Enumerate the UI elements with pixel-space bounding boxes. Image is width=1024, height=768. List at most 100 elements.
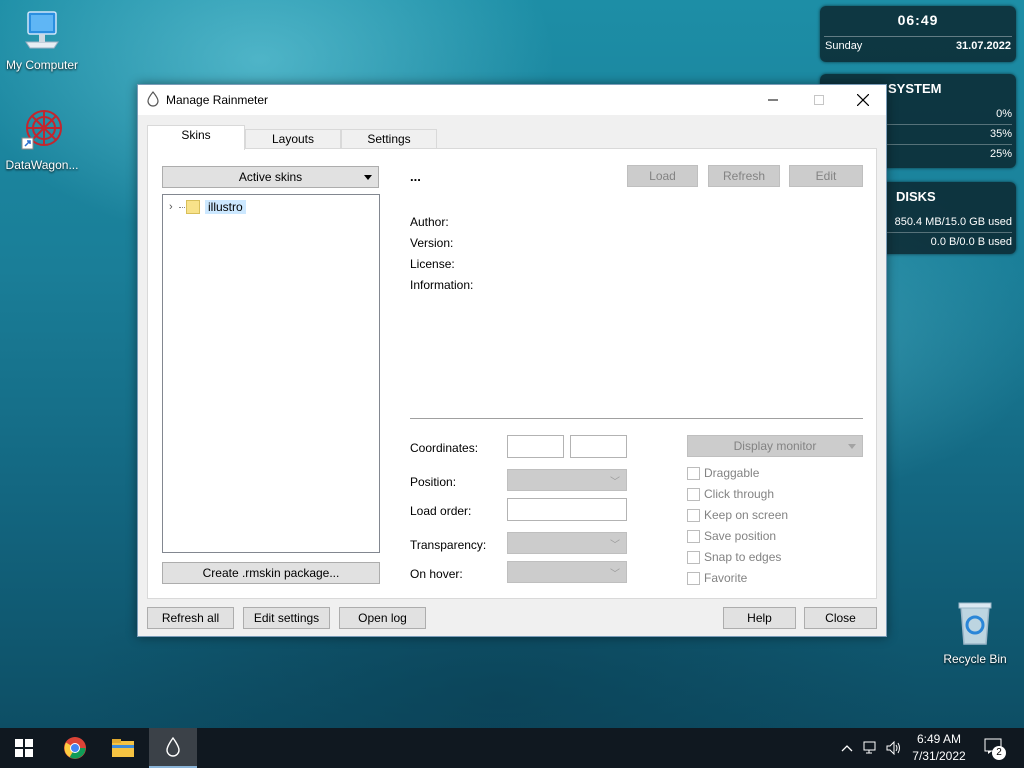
- minimize-button[interactable]: [750, 85, 796, 115]
- skins-panel: Active skins › illustro Create .rmskin p…: [147, 148, 877, 599]
- show-hidden-icons-button[interactable]: [838, 728, 856, 768]
- system-widget-title: SYSTEM: [888, 81, 942, 96]
- snap-to-edges-checkbox[interactable]: Snap to edges: [687, 550, 781, 564]
- close-button[interactable]: Close: [804, 607, 877, 629]
- checkbox-label: Click through: [704, 487, 775, 501]
- checkbox-box[interactable]: [687, 487, 700, 501]
- speaker-icon: [886, 741, 900, 755]
- save-position-checkbox[interactable]: Save position: [687, 529, 776, 543]
- position-label: Position:: [410, 475, 457, 489]
- transparency-label: Transparency:: [410, 538, 487, 552]
- tab-settings[interactable]: Settings: [341, 129, 437, 149]
- display-monitor-dropdown[interactable]: Display monitor: [687, 435, 863, 457]
- coordinate-y-input[interactable]: [570, 435, 627, 458]
- checkbox-box[interactable]: [687, 550, 700, 564]
- clock-widget[interactable]: 06:49 Sunday 31.07.2022: [820, 6, 1016, 62]
- version-label: Version:: [410, 236, 454, 250]
- transparency-select[interactable]: ﹀: [507, 532, 627, 554]
- system-value-swap: 25%: [989, 148, 1012, 160]
- chevron-down-icon: ﹀: [610, 540, 620, 551]
- checkbox-box[interactable]: [687, 508, 700, 522]
- checkbox-label: Favorite: [704, 571, 748, 585]
- checkbox-label: Draggable: [704, 466, 760, 480]
- notification-count-badge: 2: [992, 746, 1006, 760]
- help-button[interactable]: Help: [723, 607, 796, 629]
- taskbar-rainmeter[interactable]: [149, 728, 197, 768]
- checkbox-label: Save position: [704, 529, 777, 543]
- refresh-button[interactable]: Refresh: [708, 165, 780, 187]
- start-button[interactable]: [0, 728, 48, 768]
- folder-icon: [186, 200, 200, 214]
- action-center-button[interactable]: 2: [984, 738, 1006, 760]
- close-icon: [857, 94, 869, 106]
- open-log-button[interactable]: Open log: [339, 607, 426, 629]
- maximize-button[interactable]: [796, 85, 842, 115]
- tree-connector: [179, 206, 185, 208]
- tree-item-illustro[interactable]: › illustro: [169, 199, 246, 215]
- favorite-checkbox[interactable]: Favorite: [687, 571, 747, 585]
- desktop-icon-datawagon[interactable]: DataWagon...: [0, 106, 84, 172]
- load-button[interactable]: Load: [627, 165, 698, 187]
- taskbar-time: 6:49 AM: [916, 732, 962, 746]
- taskbar-date: 7/31/2022: [912, 749, 966, 763]
- taskbar-clock[interactable]: 6:49 AM 7/31/2022: [904, 731, 974, 765]
- chevron-down-icon: ﹀: [610, 569, 620, 580]
- network-icon: [863, 741, 876, 754]
- chevron-up-icon: [841, 745, 853, 752]
- active-skins-dropdown[interactable]: Active skins: [162, 166, 379, 188]
- disk-value-d: 0.0 B/0.0 B used: [930, 236, 1012, 248]
- widget-divider: [824, 36, 1012, 37]
- chrome-icon: [64, 737, 86, 759]
- checkbox-box[interactable]: [687, 529, 700, 543]
- desktop-icon-label: Recycle Bin: [943, 652, 1007, 666]
- coordinate-x-input[interactable]: [507, 435, 564, 458]
- tab-skins[interactable]: Skins: [147, 125, 245, 150]
- system-value-cpu: 0%: [996, 108, 1012, 120]
- taskbar-file-explorer[interactable]: [99, 728, 147, 768]
- click-through-checkbox[interactable]: Click through: [687, 487, 774, 501]
- window-title: Manage Rainmeter: [166, 93, 269, 107]
- create-rmskin-package-button[interactable]: Create .rmskin package...: [162, 562, 380, 584]
- widget-bar: [880, 124, 1012, 125]
- network-button[interactable]: [861, 728, 881, 768]
- disk-value-c: 850.4 MB/15.0 GB used: [894, 216, 1012, 228]
- widget-time: 06:49: [897, 12, 939, 28]
- edit-button[interactable]: Edit: [789, 165, 863, 187]
- chevron-right-icon[interactable]: ›: [169, 201, 179, 213]
- system-value-ram: 35%: [989, 128, 1012, 140]
- desktop-icon-recycle-bin[interactable]: Recycle Bin: [933, 600, 1017, 666]
- checkbox-box[interactable]: [687, 466, 700, 480]
- widget-bar: [880, 232, 1012, 233]
- dropdown-arrow-icon: [848, 444, 856, 449]
- window-titlebar[interactable]: Manage Rainmeter: [138, 85, 886, 115]
- windows-logo-icon: [15, 739, 33, 757]
- folder-icon: [112, 739, 134, 757]
- license-label: License:: [410, 257, 455, 271]
- skins-tree[interactable]: › illustro: [162, 194, 380, 553]
- load-order-input[interactable]: [507, 498, 627, 521]
- draggable-checkbox[interactable]: Draggable: [687, 466, 759, 480]
- tree-item-label: illustro: [205, 200, 246, 214]
- on-hover-select[interactable]: ﹀: [507, 561, 627, 583]
- checkbox-label: Keep on screen: [704, 508, 789, 522]
- manage-rainmeter-window: Manage Rainmeter Skins Layouts Settings …: [137, 84, 887, 637]
- datawagon-icon: [0, 106, 84, 155]
- desktop-icon-label: My Computer: [5, 58, 79, 72]
- keep-on-screen-checkbox[interactable]: Keep on screen: [687, 508, 788, 522]
- dropdown-arrow-icon: [364, 175, 372, 180]
- edit-settings-button[interactable]: Edit settings: [243, 607, 330, 629]
- taskbar: 6:49 AM 7/31/2022 2: [0, 728, 1024, 768]
- load-order-label: Load order:: [410, 504, 472, 518]
- desktop-icon-label: DataWagon...: [5, 158, 79, 172]
- tab-layouts[interactable]: Layouts: [245, 129, 341, 149]
- display-monitor-label: Display monitor: [733, 439, 817, 453]
- close-window-button[interactable]: [840, 85, 886, 115]
- selected-skin-name: ...: [410, 169, 421, 184]
- taskbar-chrome[interactable]: [51, 728, 99, 768]
- refresh-all-button[interactable]: Refresh all: [147, 607, 234, 629]
- desktop-icon-my-computer[interactable]: My Computer: [0, 8, 84, 72]
- maximize-icon: [814, 95, 824, 105]
- checkbox-box[interactable]: [687, 571, 700, 585]
- position-select[interactable]: ﹀: [507, 469, 627, 491]
- volume-button[interactable]: [884, 728, 904, 768]
